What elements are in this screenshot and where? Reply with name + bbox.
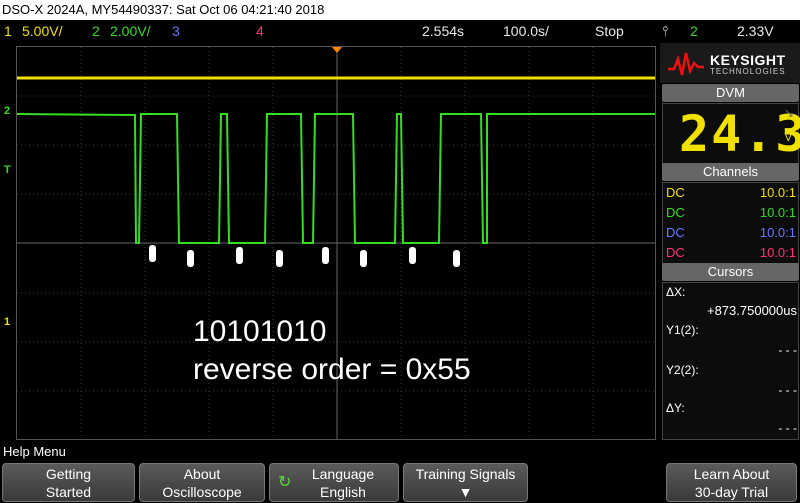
training-signals-button[interactable]: Training Signals ▼ (403, 463, 528, 502)
annotation-bits: 10101010 (193, 315, 327, 348)
bit-marker (236, 247, 243, 264)
chevron-down-icon: ▼ (458, 484, 473, 500)
help-menu-label: Help Menu (0, 443, 800, 461)
dvm-value: 24.3 (679, 105, 800, 163)
rotate-icon: ↻ (278, 474, 292, 491)
keysight-logo: KEYSIGHT TECHNOLOGIES (660, 43, 800, 83)
ch2-number[interactable]: 2 (92, 20, 100, 43)
timebase-position[interactable]: 2.554s (422, 20, 464, 43)
cursor-y2-label: Y2(2): (666, 363, 699, 377)
channel-row-1[interactable]: DC 10.0:1 (665, 183, 798, 203)
ch3-number[interactable]: 3 (172, 20, 180, 43)
run-state[interactable]: Stop (595, 20, 624, 43)
bit-marker (360, 250, 367, 267)
channel-row-4[interactable]: DC 10.0:1 (665, 243, 798, 263)
brand-sub: TECHNOLOGIES (710, 67, 786, 76)
about-oscilloscope-button[interactable]: About Oscilloscope (139, 463, 265, 502)
channel-row-2[interactable]: DC 10.0:1 (665, 203, 798, 223)
trigger-source[interactable]: 2 (690, 20, 698, 43)
cursor-dy-label: ΔY: (666, 401, 685, 415)
getting-started-button[interactable]: Getting Started (2, 463, 135, 502)
cursor-dy-value: - - - (778, 421, 797, 435)
ch4-number[interactable]: 4 (256, 20, 264, 43)
cursors-readout: ΔX: +873.750000us Y1(2): - - - Y2(2): - … (662, 282, 799, 440)
annotation-hex: reverse order = 0x55 (193, 353, 471, 386)
waveform-display[interactable]: 10101010 reverse order = 0x55 (16, 46, 656, 440)
bit-marker (187, 250, 194, 267)
ch1-number[interactable]: 1 (4, 20, 12, 43)
cursor-y1-value: - - - (778, 343, 797, 357)
cursor-dx-value: +873.750000us (706, 303, 797, 318)
channels-list: DC 10.0:1 DC 10.0:1 DC 10.0:1 DC 10.0:1 (662, 182, 799, 264)
cursors-header[interactable]: Cursors (662, 263, 799, 281)
dvm-expand-icon[interactable]: ↘ (784, 106, 794, 120)
dvm-unit: V (784, 132, 792, 144)
dvm-readout: 24.3 V ↘ (662, 103, 800, 167)
channels-header[interactable]: Channels (662, 163, 799, 181)
side-panel: KEYSIGHT TECHNOLOGIES DVM 24.3 V ↘ Chann… (660, 43, 800, 443)
bit-marker (409, 247, 416, 264)
trigger-edge-icon: ⫯ (662, 23, 669, 39)
trigger-position-marker (332, 47, 342, 53)
ch2-scale[interactable]: 2.00V/ (110, 20, 150, 43)
learn-about-trial-button[interactable]: Learn About 30-day Trial (666, 463, 797, 502)
trigger-level-marker[interactable]: T (4, 164, 11, 176)
ch1-scale[interactable]: 5.00V/ (22, 20, 62, 43)
bit-marker (149, 245, 156, 262)
softkey-bar: Getting Started About Oscilloscope ↻ Langu… (0, 461, 800, 503)
bit-marker (322, 247, 329, 264)
channel-row-3[interactable]: DC 10.0:1 (665, 223, 798, 243)
language-button[interactable]: ↻ Language English (269, 463, 399, 502)
timebase-scale[interactable]: 100.0s/ (503, 20, 549, 43)
keysight-wave-icon (668, 52, 704, 76)
dvm-header[interactable]: DVM (662, 84, 799, 102)
bit-marker (276, 250, 283, 267)
bit-marker (453, 250, 460, 267)
brand-name: KEYSIGHT (710, 52, 786, 68)
trigger-level[interactable]: 2.33V (737, 20, 774, 43)
ch1-ground-marker[interactable]: 1 (4, 316, 10, 328)
cursor-dx-label: ΔX: (666, 285, 686, 299)
status-bar: 1 5.00V/ 2 2.00V/ 3 4 2.554s 100.0s/ Sto… (0, 20, 800, 43)
cursor-y1-label: Y1(2): (666, 323, 699, 337)
window-title: DSO-X 2024A, MY54490337: Sat Oct 06 04:2… (0, 0, 800, 20)
ch2-ground-marker[interactable]: 2 (4, 105, 10, 117)
cursor-y2-value: - - - (778, 383, 797, 397)
